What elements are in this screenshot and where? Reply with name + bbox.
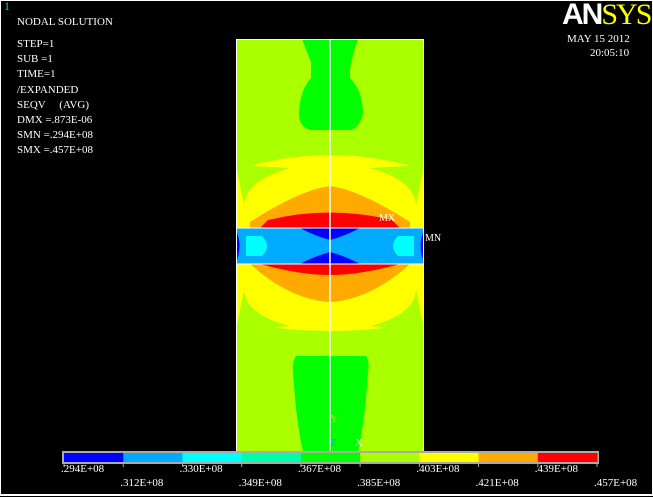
ansys-logo: ANSYS [562, 0, 652, 31]
legend-label: .421E+08 [475, 477, 519, 489]
ansys-graphics-window: 1 NODAL SOLUTION STEP=1 SUB =1 TIME=1/EXPA… [0, 0, 653, 497]
info-line: STEP=1 [17, 38, 55, 50]
max-marker: MX [379, 213, 396, 224]
info-line: SMX =.457E+08 [17, 144, 93, 157]
legend-label: .439E+08 [534, 463, 578, 475]
info-line: SEQV (AVG) [17, 98, 90, 111]
plot-date: MAY 15 2012 [567, 33, 630, 45]
window-number: 1 [4, 0, 10, 13]
info-line: /EXPANDED [17, 83, 79, 96]
min-marker: MN [425, 233, 442, 244]
axis-x-label: X [355, 437, 363, 449]
axis-y-label: Y [330, 413, 338, 425]
plot-title: NODAL SOLUTION [17, 16, 113, 28]
legend-label: .330E+08 [179, 463, 223, 475]
info-line: SMN =.294E+08 [17, 129, 93, 142]
legend-label: .385E+08 [357, 477, 401, 489]
legend-label: .457E+08 [594, 477, 638, 489]
info-line: DMX =.873E-06 [17, 114, 93, 126]
legend-label: .312E+08 [120, 477, 164, 489]
axis-z-label: Z [330, 437, 337, 449]
legend-label: .367E+08 [297, 463, 342, 475]
legend-label: .349E+08 [238, 477, 282, 489]
legend-label: .403E+08 [416, 463, 460, 475]
info-line: SUB =1 [17, 53, 53, 66]
plot-time: 20:05:10 [590, 47, 630, 59]
legend-label: .294E+08 [61, 463, 105, 475]
info-line: TIME=1 [17, 68, 56, 81]
window-border [0, 0, 653, 496]
